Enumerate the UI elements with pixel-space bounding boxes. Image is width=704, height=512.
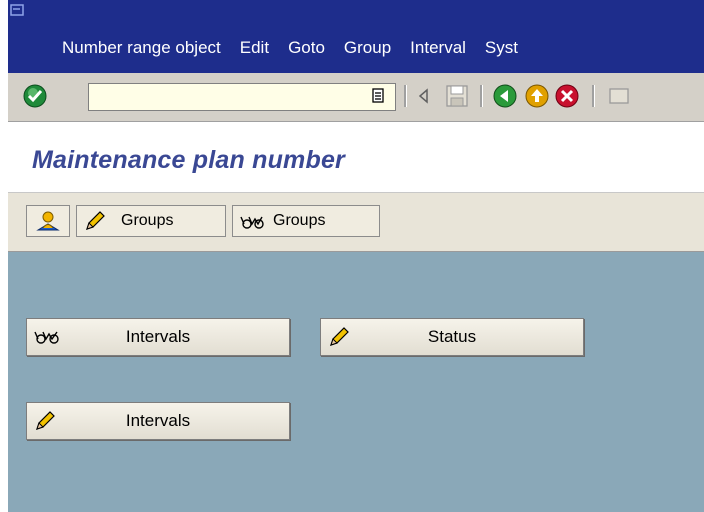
main-area: Intervals Status Intervals — [8, 252, 704, 512]
command-history-icon[interactable] — [368, 85, 388, 107]
command-field[interactable] — [88, 83, 396, 111]
change-groups-label: Groups — [121, 212, 174, 229]
menu-group[interactable]: Group — [344, 38, 391, 58]
change-intervals-label: Intervals — [125, 411, 191, 430]
change-status-button[interactable]: Status — [320, 318, 584, 356]
user-button[interactable] — [26, 205, 70, 237]
enter-check-icon[interactable] — [22, 83, 48, 109]
menu-goto[interactable]: Goto — [288, 38, 325, 58]
title-area: Maintenance plan number — [8, 122, 704, 193]
display-intervals-button[interactable]: Intervals — [26, 318, 290, 356]
display-groups-label: Groups — [273, 212, 326, 229]
user-icon — [36, 211, 60, 231]
print-icon[interactable] — [606, 83, 632, 109]
menu-edit[interactable]: Edit — [240, 38, 269, 58]
standard-toolbar — [8, 73, 704, 122]
system-menu-icon[interactable] — [10, 4, 26, 18]
menu-number-range-object[interactable]: Number range object — [62, 38, 221, 58]
toolbar-separator — [404, 85, 407, 107]
pencil-icon — [86, 211, 105, 230]
window-left-border — [0, 0, 8, 512]
page-title: Maintenance plan number — [32, 146, 345, 174]
display-groups-button[interactable]: Groups — [232, 205, 380, 237]
cancel-icon[interactable] — [554, 83, 580, 109]
glasses-icon — [240, 216, 264, 229]
change-status-label: Status — [427, 327, 477, 346]
toolbar-separator — [480, 85, 483, 107]
toolbar-separator — [592, 85, 595, 107]
display-intervals-label: Intervals — [125, 327, 191, 346]
exit-icon[interactable] — [524, 83, 550, 109]
change-intervals-button[interactable]: Intervals — [26, 402, 290, 440]
back-icon[interactable] — [492, 83, 518, 109]
menu-items: Number range object Edit Goto Group Inte… — [62, 38, 537, 58]
back-arrow-icon[interactable] — [416, 85, 432, 107]
menu-interval[interactable]: Interval — [410, 38, 466, 58]
menu-bar: Number range object Edit Goto Group Inte… — [8, 0, 704, 73]
application-toolbar: Groups Groups — [8, 193, 704, 252]
menu-system[interactable]: Syst — [485, 38, 518, 58]
sap-window: Number range object Edit Goto Group Inte… — [0, 0, 704, 512]
save-icon[interactable] — [444, 83, 470, 109]
change-groups-button[interactable]: Groups — [76, 205, 226, 237]
